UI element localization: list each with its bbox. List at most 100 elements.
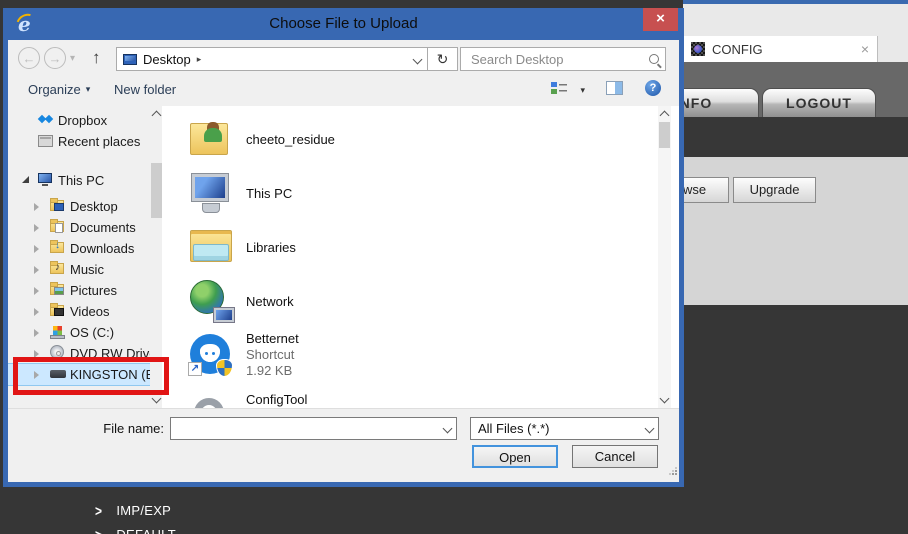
computer-icon [188,170,234,216]
dialog-footer: File name: All Files (*.*) Open Cancel [8,408,679,477]
new-folder-button[interactable]: New folder [114,82,176,97]
recent-places-icon [38,135,53,147]
breadcrumb-arrow-icon[interactable]: ▸ [197,54,202,65]
sidebar-item-label: Dropbox [58,113,108,128]
sidebar-item-recent-places[interactable]: Recent places [8,131,150,152]
dialog-close-button[interactable]: × [643,8,678,31]
videos-folder-icon [50,303,64,316]
file-item-configtool[interactable]: ConfigTool [162,386,642,408]
expander-closed-icon[interactable] [34,329,39,337]
gear-icon [188,392,234,408]
menu-item-default[interactable]: > DEFAULT [95,526,176,534]
expander-closed-icon[interactable] [34,287,39,295]
sidebar-item-label: This PC [58,173,105,188]
help-icon[interactable]: ? [645,80,661,96]
sidebar-item-downloads[interactable]: Downloads [8,238,150,259]
tab-close-icon[interactable]: × [861,42,869,56]
sidebar-item-videos[interactable]: Videos [8,301,150,322]
sidebar-item-music[interactable]: Music [8,259,150,280]
navigation-bar: ← → ▾ ↑ Desktop ▸ ↻ [8,44,679,74]
network-icon [188,278,235,324]
desktop-icon [123,53,137,65]
desktop-folder-icon [50,198,64,211]
up-one-level-button[interactable]: ↑ [92,48,101,68]
file-type-select[interactable]: All Files (*.*) [470,417,659,440]
sidebar-item-os-c[interactable]: OS (C:) [8,322,150,343]
file-name: ConfigTool [246,392,308,407]
sidebar-item-label: Recent places [58,134,141,149]
expander-closed-icon[interactable] [34,224,39,232]
sidebar-item-this-pc[interactable]: This PC [8,170,150,191]
sidebar-item-label: Desktop [70,199,118,214]
sidebar-item-label: Music [70,262,104,277]
computer-icon [38,172,54,188]
address-bar[interactable]: Desktop ▸ [116,47,428,71]
view-dropdown-icon[interactable]: ▾ [580,85,585,96]
breadcrumb[interactable]: Desktop [143,52,191,67]
expander-closed-icon[interactable] [34,266,39,274]
upgrade-button[interactable]: Upgrade [733,177,816,203]
sidebar-item-label: OS (C:) [70,325,115,340]
cancel-button[interactable]: Cancel [572,445,658,468]
sidebar-item-desktop[interactable]: Desktop [8,196,150,217]
forward-button[interactable]: → [44,47,66,69]
search-icon [649,54,659,64]
back-button[interactable]: ← [18,47,40,69]
scroll-up-icon[interactable] [151,110,162,121]
shortcut-arrow-icon: ↗ [188,362,202,376]
scroll-down-icon[interactable] [659,393,670,404]
file-list: cheeto_residue This PC Libraries Network ↗ Be… [162,106,679,408]
file-name-label: File name: [103,421,164,436]
caret-down-icon: ▾ [85,84,91,94]
expander-open-icon[interactable] [22,176,29,183]
file-item-cheeto-residue[interactable]: cheeto_residue [162,112,642,166]
libraries-icon [188,224,234,270]
browser-tab-config[interactable]: CONFIG × [683,36,878,62]
organize-button[interactable]: Organize ▾ [28,82,90,97]
expander-closed-icon[interactable] [34,308,39,316]
pictures-folder-icon [50,282,64,295]
tab-logout[interactable]: LOGOUT [762,88,876,117]
list-scrollbar[interactable] [658,106,671,408]
file-name: cheeto_residue [246,131,335,147]
user-folder-icon [188,116,234,162]
sidebar-item-dropbox[interactable]: Dropbox [8,110,150,131]
file-item-libraries[interactable]: Libraries [162,220,642,274]
file-item-this-pc[interactable]: This PC [162,166,642,220]
menu-item-imp-exp[interactable]: > IMP/EXP [95,502,171,519]
select-dropdown-icon [644,423,654,434]
sidebar-item-item[interactable] [8,398,150,408]
expander-closed-icon[interactable] [34,203,39,211]
open-button[interactable]: Open [472,445,558,468]
sidebar-item-label: Videos [70,304,110,319]
search-box[interactable] [460,47,666,71]
file-name: Libraries [246,239,296,255]
change-view-icon[interactable] [551,82,567,97]
file-item-network[interactable]: Network [162,274,642,328]
chevron-right-icon: > [95,502,103,519]
scroll-up-icon[interactable] [659,110,670,121]
uac-shield-icon [216,359,233,377]
refresh-button[interactable]: ↻ [427,47,458,71]
annotation-highlight-box [13,357,169,395]
expander-closed-icon[interactable] [34,245,39,253]
downloads-folder-icon [50,240,64,253]
resize-grip[interactable] [669,467,677,475]
documents-folder-icon [50,219,64,233]
sidebar-item-pictures[interactable]: Pictures [8,280,150,301]
sidebar-item-documents[interactable]: Documents [8,217,150,238]
combo-dropdown-icon [442,423,452,434]
choose-file-dialog: e Choose File to Upload × ← → ▾ ↑ Deskto… [3,8,684,487]
scrollbar-thumb[interactable] [151,163,162,218]
file-item-betternet[interactable]: ↗ Betternet Shortcut 1.92 KB [162,328,642,382]
preview-pane-icon[interactable] [606,81,623,95]
file-detail: Shortcut [246,347,295,362]
address-dropdown-icon[interactable] [412,54,423,64]
search-input[interactable] [469,50,649,68]
file-name-combo[interactable] [170,417,457,440]
scrollbar-thumb[interactable] [659,122,670,148]
file-name-input[interactable] [171,418,438,439]
history-dropdown-icon[interactable]: ▾ [70,53,75,64]
scroll-down-icon[interactable] [151,393,162,404]
file-detail: 1.92 KB [246,363,293,378]
